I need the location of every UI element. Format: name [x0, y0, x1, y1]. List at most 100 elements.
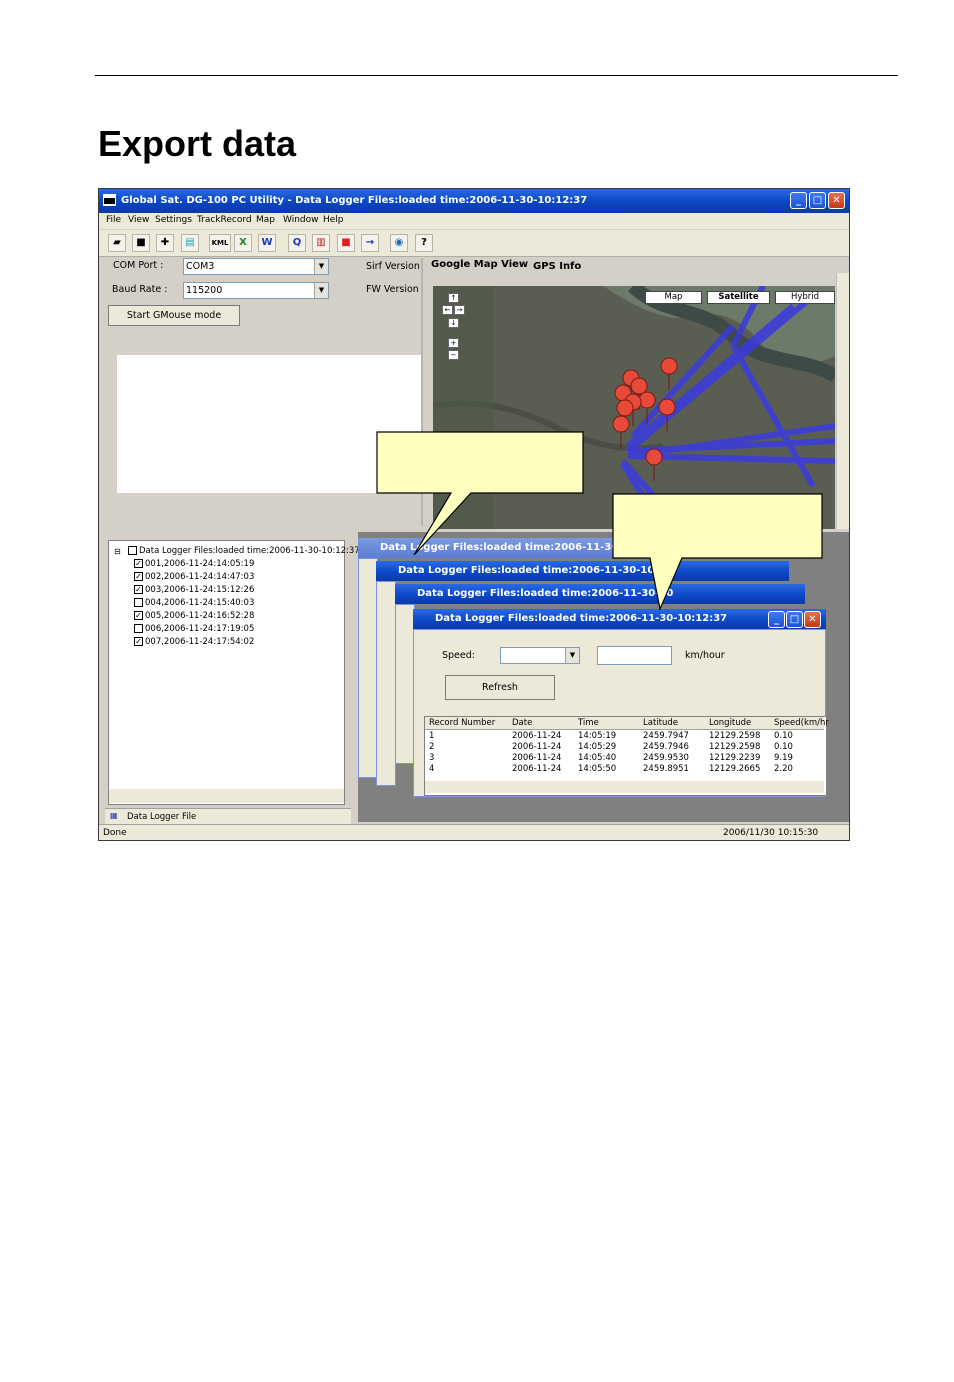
chevron-down-icon[interactable]: ▼ [314, 259, 328, 274]
open-folder-icon[interactable]: ▰ [108, 234, 126, 252]
menu-file[interactable]: File [106, 215, 121, 225]
records-table: Record Number Date Time Latitude Longitu… [424, 716, 829, 796]
table-row[interactable]: 3 2006-11-24 14:05:40 2459.9530 12129.2239 9.… [425, 753, 824, 764]
zoom-out-button[interactable]: − [448, 350, 459, 360]
speed-operator-select[interactable]: ▼ [500, 647, 580, 664]
record-icon[interactable]: ▥ [312, 234, 330, 252]
table-cell: 2006-11-24 [512, 731, 562, 741]
table-cell: 12129.2665 [709, 764, 761, 774]
table-cell: 2.20 [774, 764, 793, 774]
word-icon[interactable]: W [258, 234, 276, 252]
table-row[interactable]: 1 2006-11-24 14:05:19 2459.7947 12129.2598 0.… [425, 731, 824, 742]
tree-item-label: 001,2006-11-24:14:05:19 [145, 559, 255, 569]
tree-item[interactable]: ✓ 003,2006-11-24:15:12:26 [134, 585, 254, 595]
col-latitude[interactable]: Latitude [643, 718, 678, 728]
table-cell: 14:05:40 [578, 753, 617, 763]
menu-trackrecord[interactable]: TrackRecord [197, 215, 252, 225]
zoom-icon[interactable]: Q [288, 234, 306, 252]
menu-window[interactable]: Window [283, 215, 319, 225]
table-cell: 2459.7947 [643, 731, 689, 741]
checkbox[interactable]: ✓ [134, 585, 143, 594]
tree-hscrollbar[interactable] [109, 789, 344, 803]
map-scrollbar[interactable] [836, 273, 849, 529]
baud-rate-select[interactable]: 115200 ▼ [183, 282, 329, 299]
globe-icon[interactable]: ◉ [390, 234, 408, 252]
table-cell: 4 [429, 764, 435, 774]
pan-up-button[interactable]: ↑ [448, 293, 459, 303]
tab-google-map-view[interactable]: Google Map View [431, 259, 528, 270]
close-button[interactable]: ✕ [828, 192, 845, 209]
checkbox[interactable]: ✓ [134, 572, 143, 581]
checkbox[interactable] [134, 624, 143, 633]
menu-map[interactable]: Map [256, 215, 275, 225]
collapse-icon[interactable]: ⊟ [114, 547, 121, 556]
toolbar: ▰ ■ ✚ ▤ KML X W Q ▥ ■ → ◉ ? [99, 230, 849, 257]
col-time[interactable]: Time [578, 718, 599, 728]
menu-view[interactable]: View [128, 215, 149, 225]
tree-item[interactable]: ✓ 002,2006-11-24:14:47:03 [134, 572, 254, 582]
table-row[interactable]: 2 2006-11-24 14:05:29 2459.7946 12129.2598 0.… [425, 742, 824, 753]
table-cell: 3 [429, 753, 435, 763]
table-cell: 0.10 [774, 742, 793, 752]
stop-icon[interactable]: ■ [337, 234, 355, 252]
help-icon[interactable]: ? [415, 234, 433, 252]
child-window-3-body [395, 604, 415, 764]
table-hscrollbar[interactable] [425, 781, 824, 793]
checkbox[interactable] [128, 546, 137, 555]
tree-item[interactable]: 006,2006-11-24:17:19:05 [134, 624, 254, 634]
kml-icon[interactable]: KML [209, 234, 231, 252]
col-speed[interactable]: Speed(km/hr [774, 718, 829, 728]
checkbox[interactable] [134, 598, 143, 607]
checkbox[interactable]: ✓ [134, 559, 143, 568]
layers-icon[interactable]: ▤ [181, 234, 199, 252]
table-cell: 14:05:19 [578, 731, 617, 741]
map-type-map[interactable]: Map [645, 291, 702, 304]
map-tab-strip: Google Map View GPS Info [427, 257, 847, 273]
table-cell: 2006-11-24 [512, 753, 562, 763]
speed-label: Speed: [442, 650, 475, 661]
pan-right-button[interactable]: → [454, 305, 465, 315]
pin-icon[interactable]: ✚ [156, 234, 174, 252]
excel-icon[interactable]: X [234, 234, 252, 252]
refresh-button[interactable]: Refresh [445, 675, 555, 700]
speed-input[interactable] [597, 646, 672, 665]
tab-gps-info[interactable]: GPS Info [533, 261, 581, 272]
table-cell: 0.10 [774, 731, 793, 741]
tree-item[interactable]: ✓ 005,2006-11-24:16:52:28 [134, 611, 254, 621]
status-datetime: 2006/11/30 10:15:30 [723, 828, 819, 838]
maximize-button[interactable]: □ [809, 192, 826, 209]
child-maximize-button[interactable]: □ [786, 611, 803, 628]
com-port-select[interactable]: COM3 ▼ [183, 258, 329, 275]
start-gmouse-button[interactable]: Start GMouse mode [108, 305, 240, 326]
map-type-satellite[interactable]: Satellite [707, 291, 770, 304]
menu-settings[interactable]: Settings [155, 215, 192, 225]
col-date[interactable]: Date [512, 718, 532, 728]
tree-root[interactable]: Data Logger Files:loaded time:2006-11-30… [128, 546, 360, 556]
tree-item[interactable]: ✓ 001,2006-11-24:14:05:19 [134, 559, 255, 569]
tree-item[interactable]: 004,2006-11-24:15:40:03 [134, 598, 254, 608]
app-icon [103, 194, 116, 206]
active-child-body: Speed: ▼ km/hour Refresh Record Number D… [413, 629, 829, 797]
arrow-icon[interactable]: → [361, 234, 379, 252]
menu-help[interactable]: Help [323, 215, 344, 225]
table-cell: 2459.9530 [643, 753, 689, 763]
tree-item[interactable]: ✓ 007,2006-11-24:17:54:02 [134, 637, 254, 647]
child-minimize-button[interactable]: _ [768, 611, 785, 628]
tab-data-logger-file[interactable]: Data Logger File [127, 812, 196, 822]
checkbox[interactable]: ✓ [134, 611, 143, 620]
col-record-number[interactable]: Record Number [429, 718, 495, 728]
save-icon[interactable]: ■ [132, 234, 150, 252]
checkbox[interactable]: ✓ [134, 637, 143, 646]
table-row[interactable]: 4 2006-11-24 14:05:50 2459.8951 12129.2665 2.… [425, 764, 824, 775]
app-title-bar[interactable]: Global Sat. DG-100 PC Utility - Data Log… [99, 189, 849, 213]
col-longitude[interactable]: Longitude [709, 718, 751, 728]
chevron-down-icon[interactable]: ▼ [314, 283, 328, 298]
zoom-in-button[interactable]: + [448, 338, 459, 348]
map-type-hybrid[interactable]: Hybrid [775, 291, 835, 304]
table-cell: 1 [429, 731, 435, 741]
pan-left-button[interactable]: ← [442, 305, 453, 315]
chevron-down-icon[interactable]: ▼ [565, 648, 579, 663]
pan-down-button[interactable]: ↓ [448, 318, 459, 328]
minimize-button[interactable]: _ [790, 192, 807, 209]
child-close-button[interactable]: ✕ [804, 611, 821, 628]
